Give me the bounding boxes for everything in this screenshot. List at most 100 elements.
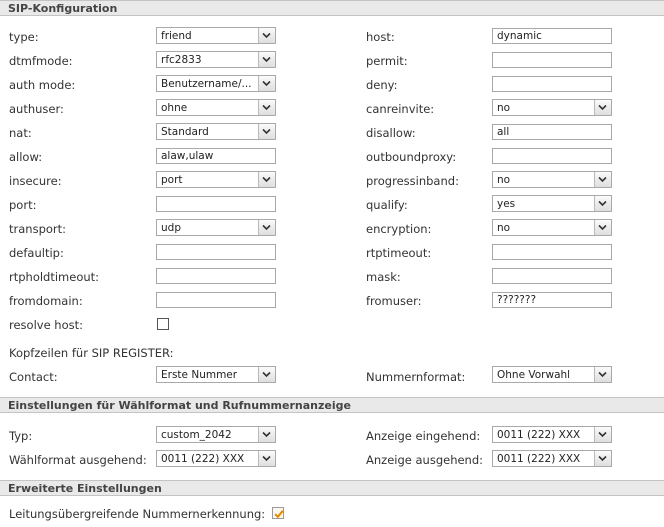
- label-auth-mode: auth mode:: [9, 78, 76, 92]
- qualify-select-value: yes: [497, 198, 516, 210]
- dtmfmode-select-value: rfc2833: [161, 54, 202, 66]
- dtmfmode-select[interactable]: rfc2833: [156, 51, 276, 68]
- chevron-down-icon: [594, 220, 611, 235]
- nat-select[interactable]: Standard: [156, 123, 276, 140]
- waehlformat-ausgehend-select-value: 0011 (222) XXX: [161, 453, 245, 465]
- mask-input[interactable]: [492, 268, 612, 284]
- label-fromuser: fromuser:: [366, 294, 422, 308]
- canreinvite-select[interactable]: no: [492, 99, 612, 116]
- label-transport: transport:: [9, 222, 67, 236]
- fromdomain-input[interactable]: [156, 292, 276, 308]
- chevron-down-icon: [594, 172, 611, 187]
- section-header-waehlformat: Einstellungen für Wählformat und Rufnumm…: [0, 397, 664, 413]
- rtptimeout-input[interactable]: [492, 244, 612, 260]
- section-header-erweitert: Erweiterte Einstellungen: [0, 480, 664, 496]
- chevron-down-icon: [594, 427, 611, 442]
- chevron-down-icon: [258, 100, 275, 115]
- auth-mode-select-value: Benutzername/...: [161, 78, 252, 90]
- nummernformat-select[interactable]: Ohne Vorwahl: [492, 366, 612, 383]
- qualify-select[interactable]: yes: [492, 195, 612, 212]
- label-qualify: qualify:: [366, 198, 408, 212]
- chevron-down-icon: [258, 52, 275, 67]
- rtpholdtimeout-input[interactable]: [156, 268, 276, 284]
- anzeige-eingehend-select[interactable]: 0011 (222) XXX: [492, 426, 612, 443]
- outboundproxy-input[interactable]: [492, 148, 612, 164]
- label-waehlformat-ausgehend: Wählformat ausgehend:: [9, 453, 147, 467]
- auth-mode-select[interactable]: Benutzername/...: [156, 75, 276, 92]
- label-outboundproxy: outboundproxy:: [366, 150, 457, 164]
- label-disallow: disallow:: [366, 126, 416, 140]
- waehlformat-ausgehend-select[interactable]: 0011 (222) XXX: [156, 450, 276, 467]
- label-leitung: Leitungsübergreifende Nummernerkennung:: [9, 507, 266, 521]
- transport-select[interactable]: udp: [156, 219, 276, 236]
- label-progressinband: progressinband:: [366, 174, 459, 188]
- label-nat: nat:: [9, 126, 32, 140]
- label-anzeige-ausgehend: Anzeige ausgehend:: [366, 453, 484, 467]
- label-rtpholdtimeout: rtpholdtimeout:: [9, 270, 100, 284]
- defaultip-input[interactable]: [156, 244, 276, 260]
- label-allow: allow:: [9, 150, 43, 164]
- chevron-down-icon: [258, 124, 275, 139]
- authuser-select[interactable]: ohne: [156, 99, 276, 116]
- label-fromdomain: fromdomain:: [9, 294, 83, 308]
- kopfzeilen-heading: Kopfzeilen für SIP REGISTER:: [9, 346, 174, 360]
- label-encryption: encryption:: [366, 222, 432, 236]
- label-anzeige-eingehend: Anzeige eingehend:: [366, 429, 481, 443]
- label-mask: mask:: [366, 270, 401, 284]
- contact-select-value: Erste Nummer: [161, 369, 238, 381]
- port-input[interactable]: [156, 196, 276, 212]
- label-nummernformat: Nummernformat:: [366, 370, 466, 384]
- nummernformat-select-value: Ohne Vorwahl: [497, 369, 571, 381]
- anzeige-ausgehend-select[interactable]: 0011 (222) XXX: [492, 450, 612, 467]
- canreinvite-select-value: no: [497, 102, 511, 114]
- chevron-down-icon: [594, 100, 611, 115]
- chevron-down-icon: [594, 367, 611, 382]
- chevron-down-icon: [258, 28, 275, 43]
- type-select-value: friend: [161, 30, 192, 42]
- progressinband-select[interactable]: no: [492, 171, 612, 188]
- label-dtmfmode: dtmfmode:: [9, 54, 73, 68]
- label-type: type:: [9, 30, 39, 44]
- checkmark-icon: [274, 510, 284, 519]
- label-canreinvite: canreinvite:: [366, 102, 435, 116]
- transport-select-value: udp: [161, 222, 181, 234]
- authuser-select-value: ohne: [161, 102, 188, 114]
- label-defaultip: defaultip:: [9, 246, 64, 260]
- label-deny: deny:: [366, 78, 398, 92]
- label-port: port:: [9, 198, 37, 212]
- host-input[interactable]: [492, 28, 612, 44]
- chevron-down-icon: [258, 451, 275, 466]
- insecure-select[interactable]: port: [156, 171, 276, 188]
- typ-select[interactable]: custom_2042: [156, 426, 276, 443]
- nat-select-value: Standard: [161, 126, 209, 138]
- label-permit: permit:: [366, 54, 408, 68]
- permit-input[interactable]: [492, 52, 612, 68]
- resolve-host-checkbox[interactable]: [157, 318, 169, 330]
- chevron-down-icon: [594, 451, 611, 466]
- encryption-select[interactable]: no: [492, 219, 612, 236]
- label-resolve-host: resolve host:: [9, 318, 84, 332]
- chevron-down-icon: [258, 427, 275, 442]
- contact-select[interactable]: Erste Nummer: [156, 366, 276, 383]
- typ-select-value: custom_2042: [161, 429, 232, 441]
- insecure-select-value: port: [161, 174, 183, 186]
- encryption-select-value: no: [497, 222, 511, 234]
- progressinband-select-value: no: [497, 174, 511, 186]
- chevron-down-icon: [594, 196, 611, 211]
- chevron-down-icon: [258, 172, 275, 187]
- section-header-sip: SIP-Konfiguration: [0, 0, 664, 16]
- label-typ: Typ:: [9, 429, 33, 443]
- deny-input[interactable]: [492, 76, 612, 92]
- chevron-down-icon: [258, 220, 275, 235]
- label-rtptimeout: rtptimeout:: [366, 246, 432, 260]
- anzeige-ausgehend-select-value: 0011 (222) XXX: [497, 453, 581, 465]
- anzeige-eingehend-select-value: 0011 (222) XXX: [497, 429, 581, 441]
- type-select[interactable]: friend: [156, 27, 276, 44]
- allow-input[interactable]: [156, 148, 276, 164]
- fromuser-input[interactable]: [492, 292, 612, 308]
- label-contact: Contact:: [9, 370, 58, 384]
- disallow-input[interactable]: [492, 124, 612, 140]
- chevron-down-icon: [258, 76, 275, 91]
- label-authuser: authuser:: [9, 102, 64, 116]
- leitung-checkbox[interactable]: [272, 507, 284, 519]
